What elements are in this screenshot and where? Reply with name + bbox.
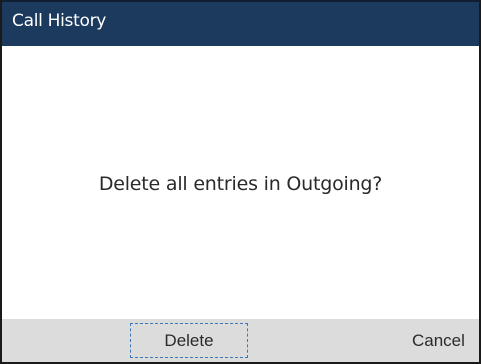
delete-button[interactable]: Delete [130,323,248,358]
page-title: Call History [12,11,107,31]
title-bar: Call History [2,0,479,46]
phone-screen: Call History Delete all entries in Outgo… [0,0,481,364]
cancel-button[interactable]: Cancel [412,323,472,358]
softkey-bar: Delete Cancel [2,319,479,362]
confirmation-dialog: Delete all entries in Outgoing? [2,46,479,319]
confirmation-message: Delete all entries in Outgoing? [98,173,383,195]
